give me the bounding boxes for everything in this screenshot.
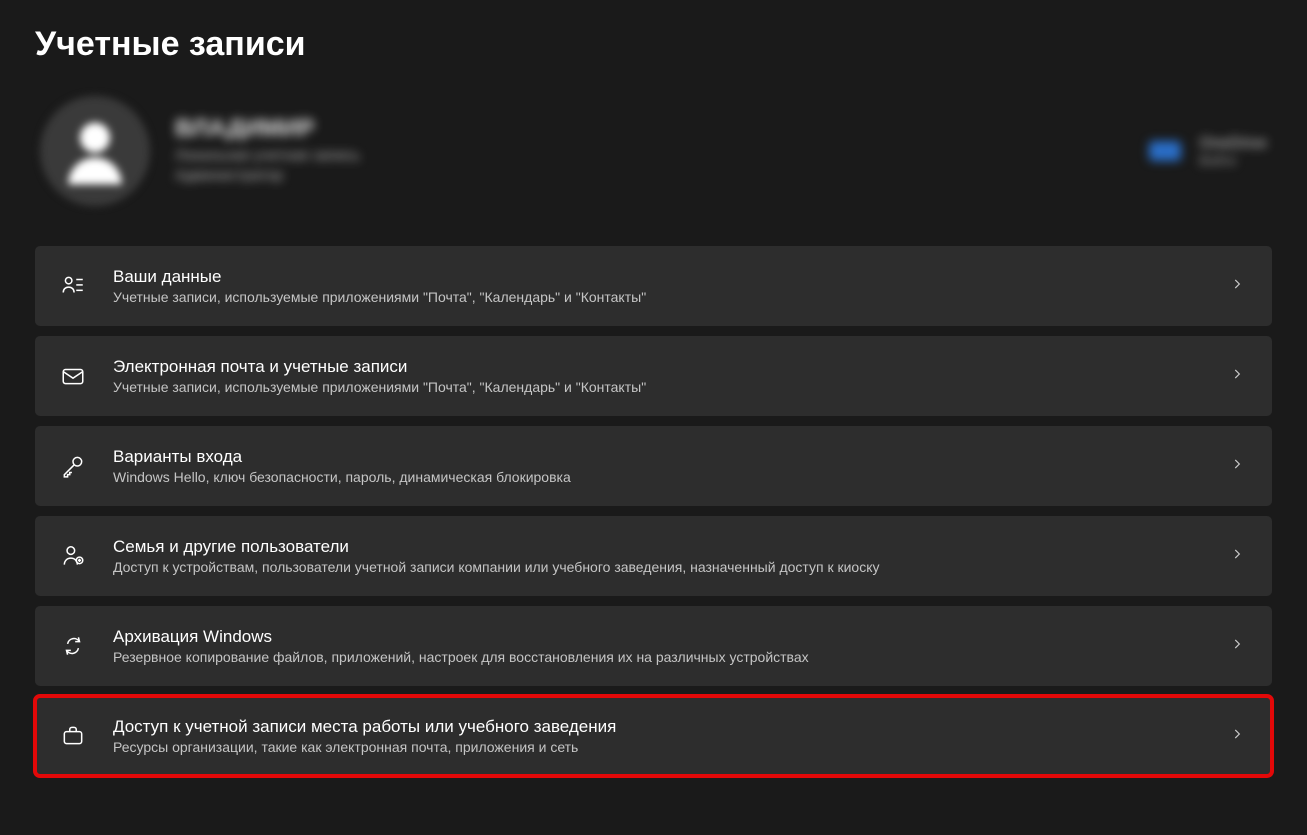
settings-list: Ваши данные Учетные записи, используемые… [35,246,1272,776]
chevron-right-icon [1230,637,1248,655]
profile-text: ВЛАДИМИР Локальная учетная запись Админи… [175,115,360,187]
item-signin-options[interactable]: Варианты входа Windows Hello, ключ безоп… [35,426,1272,506]
mail-icon [59,362,87,390]
profile-name: ВЛАДИМИР [175,115,360,143]
item-body: Электронная почта и учетные записи Учетн… [113,357,1204,395]
profile-role: Администратор [175,167,360,184]
onedrive-icon [1149,141,1181,161]
item-desc: Учетные записи, используемые приложениям… [113,379,1204,395]
chevron-right-icon [1230,547,1248,565]
item-title: Архивация Windows [113,627,1204,647]
item-desc: Резервное копирование файлов, приложений… [113,649,1204,665]
item-your-info[interactable]: Ваши данные Учетные записи, используемые… [35,246,1272,326]
cloud-title: OneDrive [1199,135,1267,153]
item-email-accounts[interactable]: Электронная почта и учетные записи Учетн… [35,336,1272,416]
profile-section: ВЛАДИМИР Локальная учетная запись Админи… [35,96,1272,206]
briefcase-icon [59,722,87,750]
profile-left: ВЛАДИМИР Локальная учетная запись Админи… [40,96,360,206]
profile-account-type: Локальная учетная запись [175,147,360,164]
cloud-status-text: Войти [1199,153,1267,168]
page-title: Учетные записи [35,25,1272,64]
chevron-right-icon [1230,367,1248,385]
item-title: Семья и другие пользователи [113,537,1204,557]
chevron-right-icon [1230,277,1248,295]
item-desc: Учетные записи, используемые приложениям… [113,289,1204,305]
item-body: Семья и другие пользователи Доступ к уст… [113,537,1204,575]
item-family-users[interactable]: Семья и другие пользователи Доступ к уст… [35,516,1272,596]
item-desc: Windows Hello, ключ безопасности, пароль… [113,469,1204,485]
item-windows-backup[interactable]: Архивация Windows Резервное копирование … [35,606,1272,686]
item-title: Электронная почта и учетные записи [113,357,1204,377]
item-body: Варианты входа Windows Hello, ключ безоп… [113,447,1204,485]
person-add-icon [59,542,87,570]
backup-sync-icon [59,632,87,660]
item-title: Ваши данные [113,267,1204,287]
item-desc: Доступ к устройствам, пользователи учетн… [113,559,1204,575]
person-list-icon [59,272,87,300]
item-work-school-access[interactable]: Доступ к учетной записи места работы или… [35,696,1272,776]
item-body: Ваши данные Учетные записи, используемые… [113,267,1204,305]
avatar [40,96,150,206]
item-title: Варианты входа [113,447,1204,467]
chevron-right-icon [1230,457,1248,475]
cloud-status[interactable]: OneDrive Войти [1149,135,1267,168]
key-icon [59,452,87,480]
item-desc: Ресурсы организации, такие как электронн… [113,739,1204,755]
item-body: Архивация Windows Резервное копирование … [113,627,1204,665]
item-title: Доступ к учетной записи места работы или… [113,717,1204,737]
item-body: Доступ к учетной записи места работы или… [113,717,1204,755]
chevron-right-icon [1230,727,1248,745]
